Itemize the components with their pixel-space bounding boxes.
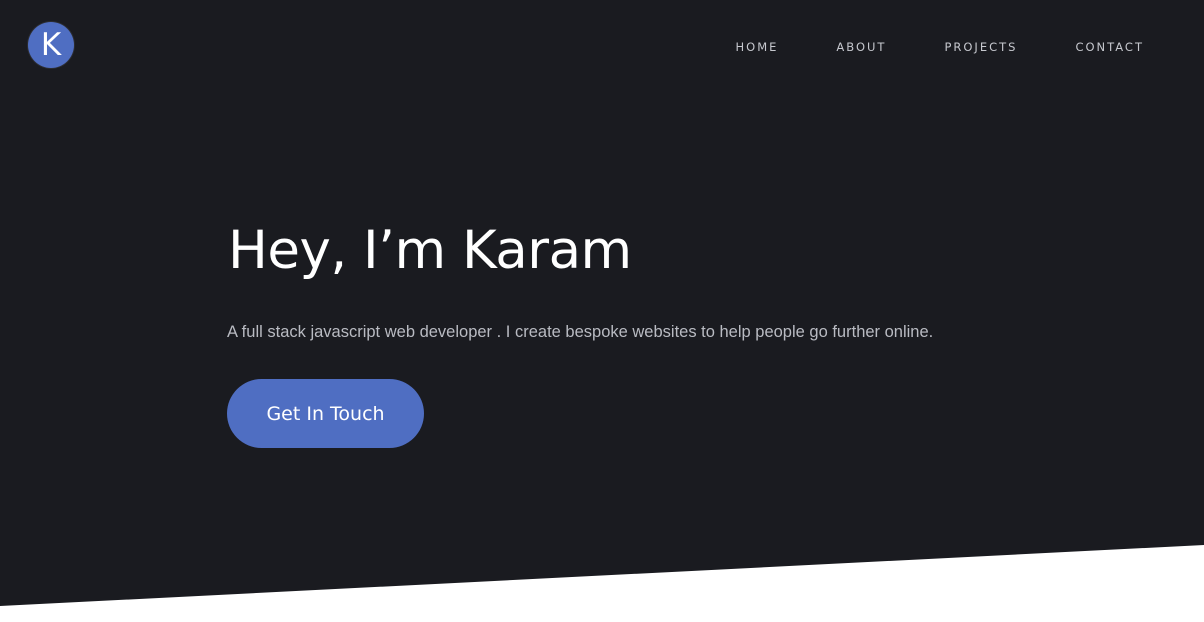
logo[interactable]: K [28,22,74,68]
nav-item-projects[interactable]: PROJECTS [944,40,1017,54]
hero-subtitle: A full stack javascript web developer . … [227,323,934,341]
logo-letter: K [40,27,62,63]
get-in-touch-button[interactable]: Get In Touch [227,379,424,448]
nav-item-about[interactable]: ABOUT [836,40,886,54]
nav-item-contact[interactable]: CONTACT [1075,40,1144,54]
nav-item-home[interactable]: HOME [736,40,779,54]
hero-title: Hey, I’m Karam [228,220,632,281]
main-nav: HOME ABOUT PROJECTS CONTACT [736,40,1145,54]
hero-section [0,0,1204,606]
